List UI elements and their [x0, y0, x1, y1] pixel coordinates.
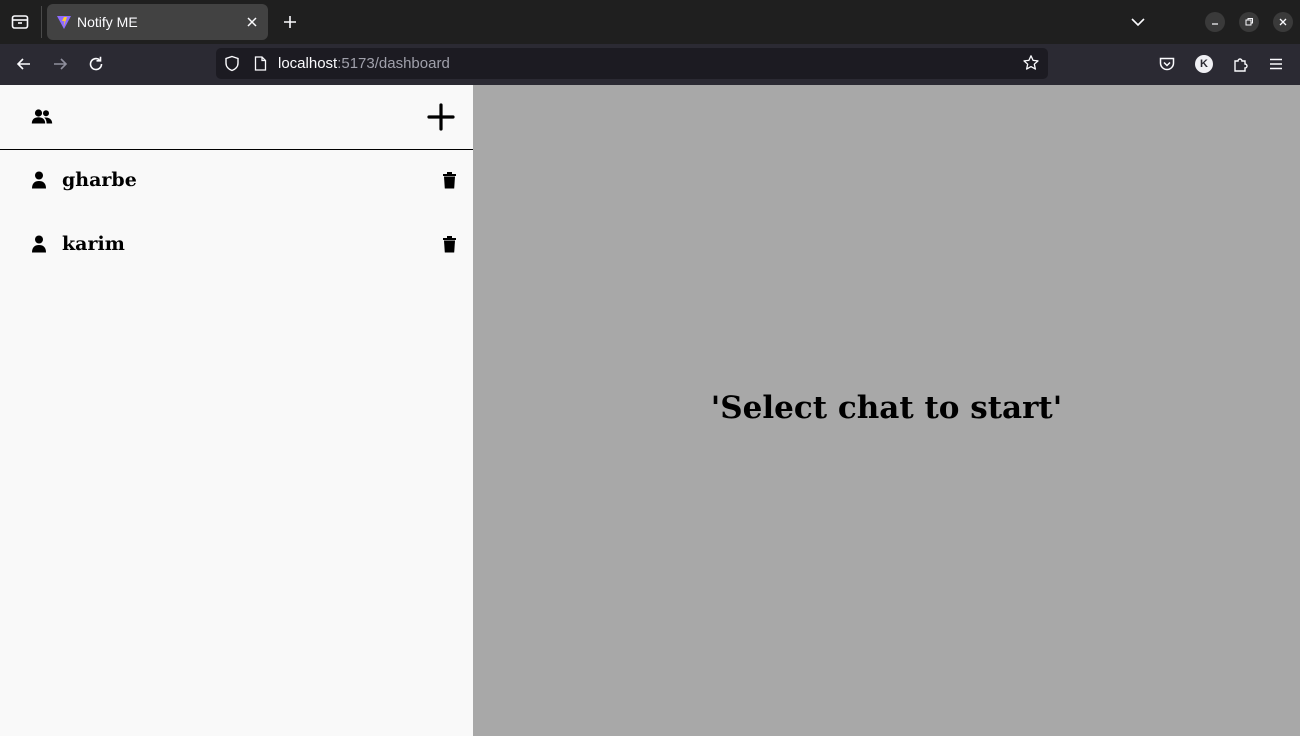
account-avatar[interactable]: K: [1195, 55, 1213, 73]
shield-icon[interactable]: [224, 55, 240, 72]
add-chat-plus-icon[interactable]: [426, 102, 456, 132]
restore-icon: [1245, 18, 1253, 26]
close-window-button[interactable]: [1273, 12, 1293, 32]
sidebar-header: [0, 85, 505, 150]
tab-title: Notify ME: [77, 14, 138, 30]
user-icon: [32, 171, 46, 189]
page-icon[interactable]: [254, 56, 267, 71]
forward-arrow-icon[interactable]: [51, 55, 69, 73]
extensions-icon[interactable]: [1232, 55, 1250, 73]
browser-nav-bar: localhost:5173/dashboard K: [0, 44, 1300, 85]
close-tab-icon[interactable]: [244, 14, 260, 30]
chevron-down-icon: [1131, 18, 1145, 27]
chat-main-panel: 'Select chat to start': [473, 85, 1300, 736]
back-arrow-icon[interactable]: [15, 55, 33, 73]
minimize-icon: [1212, 23, 1218, 25]
chat-list-item[interactable]: gharbe: [0, 163, 473, 203]
url-bar[interactable]: localhost:5173/dashboard: [216, 48, 1048, 79]
chat-list-item[interactable]: karim: [0, 227, 473, 267]
trash-icon[interactable]: [442, 171, 457, 189]
plus-icon: [284, 16, 296, 28]
browser-tab-bar: Notify ME: [0, 0, 1300, 44]
url-host: localhost: [278, 55, 338, 72]
restore-window-button[interactable]: [1239, 12, 1259, 32]
minimize-window-button[interactable]: [1205, 12, 1225, 32]
chat-name: karim: [62, 233, 125, 255]
vite-favicon-icon: [57, 16, 71, 29]
list-all-tabs-button[interactable]: [1128, 12, 1148, 32]
browser-tab-active[interactable]: Notify ME: [47, 4, 268, 40]
new-tab-button[interactable]: [280, 12, 300, 32]
tab-overview-icon: [11, 15, 29, 29]
chat-sidebar: gharbe karim: [0, 85, 505, 736]
users-group-icon: [31, 109, 53, 124]
close-icon: [1279, 18, 1287, 26]
reload-icon[interactable]: [87, 55, 105, 73]
trash-icon[interactable]: [442, 235, 457, 253]
url-text[interactable]: localhost:5173/dashboard: [278, 55, 450, 72]
chat-name: gharbe: [62, 169, 137, 191]
empty-chat-placeholder: 'Select chat to start': [710, 390, 1063, 426]
hamburger-menu-icon[interactable]: [1267, 55, 1285, 73]
bookmark-star-icon[interactable]: [1022, 54, 1040, 72]
url-path: :5173/dashboard: [337, 55, 450, 72]
tab-overview-button[interactable]: [10, 12, 30, 32]
user-icon: [32, 235, 46, 253]
pocket-icon[interactable]: [1158, 55, 1176, 73]
app-root: gharbe karim 'Select chat to start': [0, 85, 1300, 736]
